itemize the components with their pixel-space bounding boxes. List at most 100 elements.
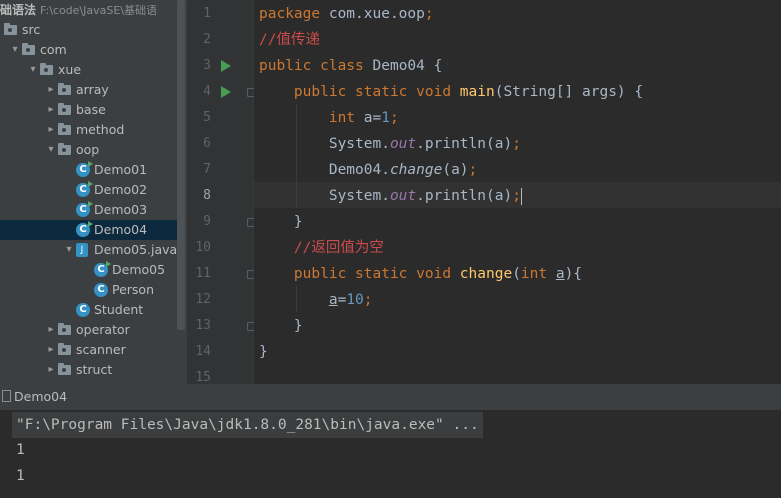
- tree-item-person[interactable]: C Person: [0, 280, 177, 300]
- code-token: System.: [259, 136, 390, 152]
- line-number: 2: [203, 32, 211, 47]
- project-tree-panel: 础语法 F:\code\JavaSE\基础语 src ▾ com ▾ xue ▸ array ▸…: [0, 0, 187, 384]
- code-token: com.xue.oop: [328, 6, 425, 22]
- chevron-down-icon[interactable]: ▾: [10, 40, 20, 60]
- tree-item-demo05-java[interactable]: ▾ J Demo05.java: [0, 240, 177, 260]
- package-folder-icon: [40, 63, 53, 75]
- code-token: a: [555, 266, 565, 282]
- code-token: }: [259, 344, 268, 360]
- tree-item-src[interactable]: src: [0, 20, 177, 40]
- run-command-line[interactable]: "F:\Program Files\Java\jdk1.8.0_281\bin\…: [12, 412, 483, 438]
- tree-item-operator[interactable]: ▸ operator: [0, 320, 177, 340]
- line-number: 12: [195, 292, 211, 307]
- line-number: 6: [203, 136, 211, 151]
- code-token: =: [337, 292, 347, 308]
- tree-item-label: src: [22, 22, 41, 37]
- code-token: (a): [442, 162, 469, 178]
- text-caret: [520, 187, 522, 205]
- tree-item-scanner[interactable]: ▸ scanner: [0, 340, 177, 360]
- code-token: ){: [564, 266, 583, 282]
- tree-item-com[interactable]: ▾ com: [0, 40, 177, 60]
- code-token: package: [259, 6, 329, 22]
- chevron-right-icon[interactable]: ▸: [46, 100, 56, 120]
- tree-item-label: xue: [58, 62, 82, 77]
- tree-item-struct[interactable]: ▸ struct: [0, 360, 177, 380]
- tree-item-method[interactable]: ▸ method: [0, 120, 177, 140]
- tree-item-label: base: [76, 102, 106, 117]
- chevron-down-icon[interactable]: ▾: [64, 240, 74, 260]
- code-line: //值传递: [259, 27, 320, 53]
- tree-item-label: operator: [76, 322, 130, 337]
- project-root[interactable]: 础语法 F:\code\JavaSE\基础语: [0, 0, 157, 20]
- run-tab[interactable]: Demo04: [0, 384, 67, 410]
- line-number: 1: [203, 6, 211, 21]
- code-token: change: [389, 162, 443, 178]
- code-line: public static void main(String[] args) {: [259, 79, 643, 105]
- package-folder-icon: [58, 323, 71, 335]
- code-line: Demo04.change(a);: [259, 157, 477, 183]
- code-line: System.out.println(a);: [259, 131, 521, 157]
- tree-item-demo03[interactable]: C Demo03: [0, 200, 177, 220]
- class-icon: C: [76, 221, 93, 237]
- code-token: (String[] args) {: [494, 84, 644, 100]
- code-token: Demo04.: [259, 162, 390, 178]
- tree-item-student[interactable]: C Student: [0, 300, 177, 320]
- sidebar-scrollbar[interactable]: [177, 0, 185, 330]
- code-line: }: [259, 339, 268, 365]
- line-number: 4: [203, 84, 211, 99]
- line-number: 5: [203, 110, 211, 125]
- tree-item-demo02[interactable]: C Demo02: [0, 180, 177, 200]
- run-tabbar: [0, 384, 781, 410]
- package-folder-icon: [22, 43, 35, 55]
- code-token: 10: [346, 292, 364, 308]
- code-token: ;: [512, 136, 521, 152]
- tree-item-label: com: [40, 42, 67, 57]
- tree-item-demo05[interactable]: C Demo05: [0, 260, 177, 280]
- tree-item-demo04[interactable]: C Demo04: [0, 220, 177, 240]
- tree-item-label: Demo05: [112, 262, 166, 277]
- code-token: out: [389, 136, 417, 152]
- chevron-right-icon[interactable]: ▸: [46, 80, 56, 100]
- code-token: int: [328, 110, 364, 126]
- package-folder-icon: [58, 143, 71, 155]
- tree-item-base[interactable]: ▸ base: [0, 100, 177, 120]
- code-token: .println(a): [416, 188, 513, 204]
- tree-item-label: scanner: [76, 342, 126, 357]
- tree-item-xue[interactable]: ▾ xue: [0, 60, 177, 80]
- tree-item-label: Demo03: [94, 202, 148, 217]
- code-token: (: [512, 266, 521, 282]
- tree-item-oop[interactable]: ▾ oop: [0, 140, 177, 160]
- chevron-right-icon[interactable]: ▸: [46, 120, 56, 140]
- code-token: System.: [259, 188, 390, 204]
- code-line: System.out.println(a);: [259, 183, 522, 209]
- code-token: ;: [424, 6, 434, 22]
- code-token: public static void: [293, 84, 460, 100]
- package-folder-icon: [58, 83, 71, 95]
- line-number: 7: [203, 162, 211, 177]
- code-token: out: [389, 188, 417, 204]
- tree-item-array[interactable]: ▸ array: [0, 80, 177, 100]
- run-gutter-icon[interactable]: [221, 86, 231, 98]
- code-token: public static void: [293, 266, 460, 282]
- line-number: 9: [203, 214, 211, 229]
- class-icon: C: [76, 181, 93, 197]
- code-token: .println(a): [416, 136, 513, 152]
- tree-item-demo01[interactable]: C Demo01: [0, 160, 177, 180]
- tree-item-label: Demo02: [94, 182, 148, 197]
- code-line: package com.xue.oop;: [259, 1, 434, 27]
- package-folder-icon: [58, 343, 71, 355]
- tree-item-label: Demo05.java: [94, 242, 178, 257]
- code-line: }: [259, 209, 303, 235]
- package-folder-icon: [58, 103, 71, 115]
- chevron-right-icon[interactable]: ▸: [46, 320, 56, 340]
- chevron-down-icon[interactable]: ▾: [46, 140, 56, 160]
- chevron-down-icon[interactable]: ▾: [28, 60, 38, 80]
- run-gutter-icon[interactable]: [221, 60, 231, 72]
- code-token: }: [259, 214, 303, 230]
- chevron-right-icon[interactable]: ▸: [46, 340, 56, 360]
- class-icon: C: [76, 201, 93, 217]
- code-line: public class Demo04 {: [259, 53, 442, 79]
- package-folder-icon: [58, 363, 71, 375]
- chevron-right-icon[interactable]: ▸: [46, 360, 56, 380]
